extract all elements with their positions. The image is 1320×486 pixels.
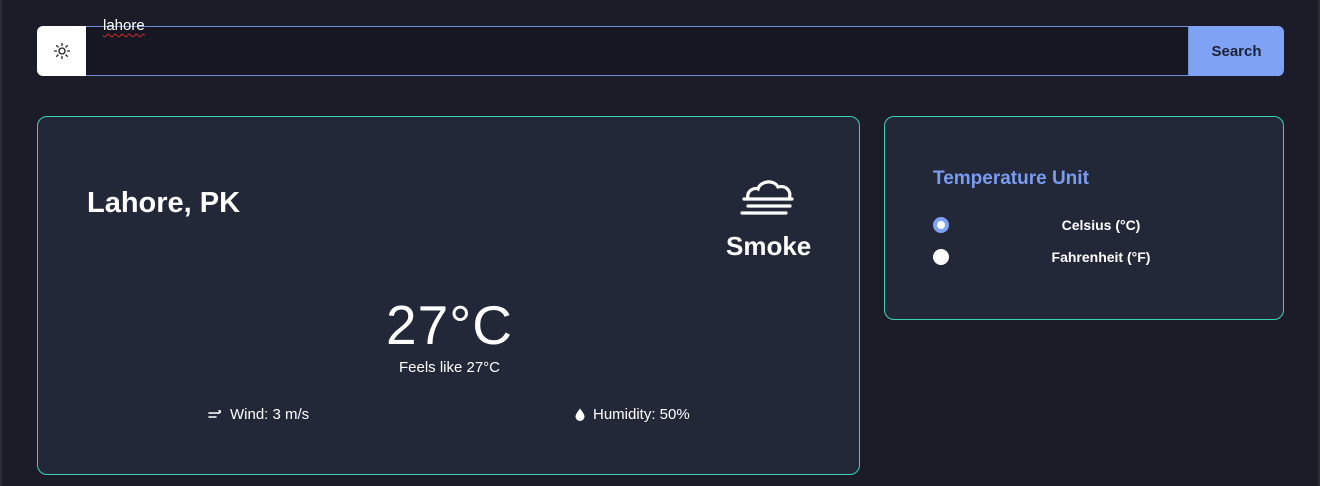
celsius-radio[interactable] <box>933 217 949 233</box>
search-button[interactable]: Search <box>1189 26 1284 76</box>
celsius-label: Celsius (°C) <box>1061 217 1141 233</box>
weather-card: Lahore, PK Smoke 27°C Feels like 27°C Wi… <box>37 116 860 475</box>
search-input[interactable] <box>86 26 1189 76</box>
fahrenheit-label: Fahrenheit (°F) <box>1051 249 1151 265</box>
fog-icon <box>740 180 794 215</box>
sun-icon <box>53 42 70 60</box>
city-name: Lahore, PK <box>87 187 241 219</box>
feels-like: Feels like 27°C <box>398 359 501 376</box>
humidity-label: Humidity: 50% <box>593 406 690 423</box>
fahrenheit-radio[interactable] <box>933 249 949 265</box>
search-bar: Search <box>37 26 1284 76</box>
wind-info: Wind: 3 m/s <box>208 406 309 423</box>
theme-toggle-button[interactable] <box>37 26 86 76</box>
wind-icon <box>208 409 222 418</box>
unit-title: Temperature Unit <box>933 168 1089 189</box>
unit-card: Temperature Unit Celsius (°C) Fahrenheit… <box>884 116 1284 320</box>
temperature: 27°C <box>386 294 513 356</box>
condition-label: Smoke <box>726 231 812 261</box>
droplet-icon <box>575 408 585 421</box>
celsius-option[interactable]: Celsius (°C) <box>933 215 1253 235</box>
wind-label: Wind: 3 m/s <box>230 406 310 423</box>
humidity-info: Humidity: 50% <box>575 406 690 423</box>
fahrenheit-option[interactable]: Fahrenheit (°F) <box>933 247 1253 267</box>
